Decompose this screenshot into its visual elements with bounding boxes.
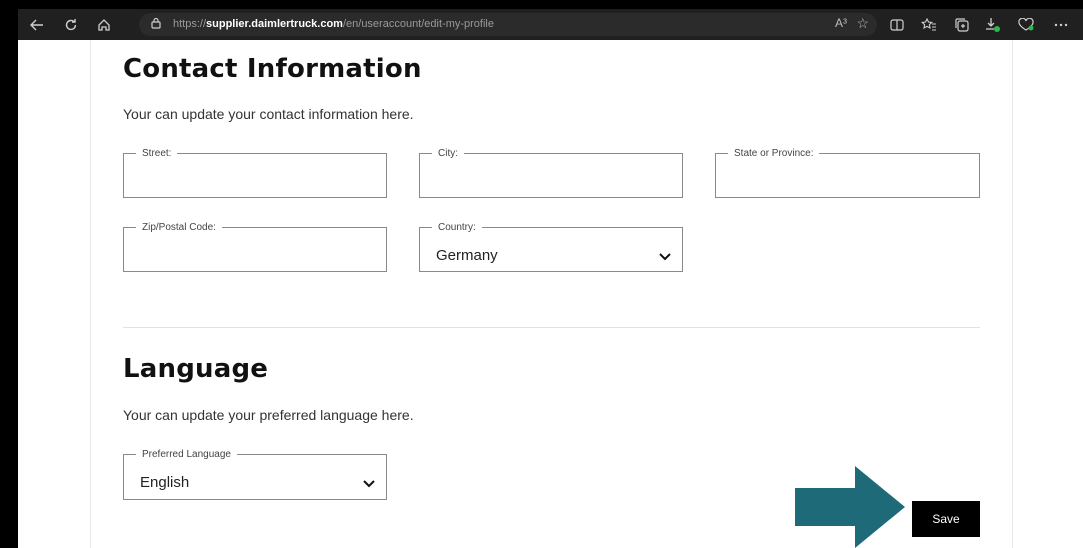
zip-postal-code-field[interactable]: Zip/Postal Code: [123, 222, 387, 272]
health-heart-icon[interactable] [1013, 9, 1039, 40]
split-screen-icon[interactable] [884, 9, 910, 40]
browser-toolbar: https://supplier.daimlertruck.com/en/use… [18, 9, 1083, 40]
preferred-language-select[interactable]: Preferred Language English [123, 449, 387, 500]
save-button[interactable]: Save [912, 501, 980, 537]
city-field[interactable]: City: [419, 148, 683, 198]
zip-postal-code-label: Zip/Postal Code: [142, 222, 216, 233]
home-icon[interactable] [91, 9, 117, 40]
favorite-star-icon[interactable]: ☆ [856, 15, 869, 32]
country-value: Germany [436, 247, 498, 264]
url-text[interactable]: https://supplier.daimlertruck.com/en/use… [173, 18, 494, 30]
pointer-arrow-icon [795, 466, 905, 548]
preferred-language-value: English [140, 474, 190, 491]
chevron-down-icon[interactable] [658, 252, 672, 262]
country-label: Country: [438, 222, 476, 233]
collections-icon[interactable] [949, 9, 975, 40]
more-options-icon[interactable] [1048, 9, 1074, 40]
section-divider [123, 327, 980, 328]
country-select[interactable]: Country: Germany [419, 222, 683, 272]
city-label: City: [438, 148, 458, 159]
address-bar[interactable]: https://supplier.daimlertruck.com/en/use… [139, 13, 877, 36]
street-field[interactable]: Street: [123, 148, 387, 198]
refresh-icon[interactable] [58, 9, 84, 40]
street-label: Street: [142, 148, 172, 159]
preferred-language-label: Preferred Language [142, 449, 231, 460]
state-province-field[interactable]: State or Province: [715, 148, 980, 198]
contact-information-heading: Contact Information [123, 54, 422, 84]
read-aloud-icon[interactable]: A³ [835, 16, 847, 30]
downloads-icon[interactable] [980, 9, 1006, 40]
lock-icon[interactable] [151, 17, 161, 29]
favorites-icon[interactable] [916, 9, 942, 40]
back-arrow-icon[interactable] [24, 9, 50, 40]
contact-description: Your can update your contact information… [123, 106, 414, 122]
profile-page: Contact Information Your can update your… [18, 40, 1083, 548]
content-left-border [90, 40, 91, 548]
language-description: Your can update your preferred language … [123, 407, 414, 423]
language-heading: Language [123, 354, 269, 384]
state-province-label: State or Province: [734, 148, 814, 159]
chevron-down-icon[interactable] [362, 479, 376, 489]
content-right-border [1012, 40, 1013, 548]
